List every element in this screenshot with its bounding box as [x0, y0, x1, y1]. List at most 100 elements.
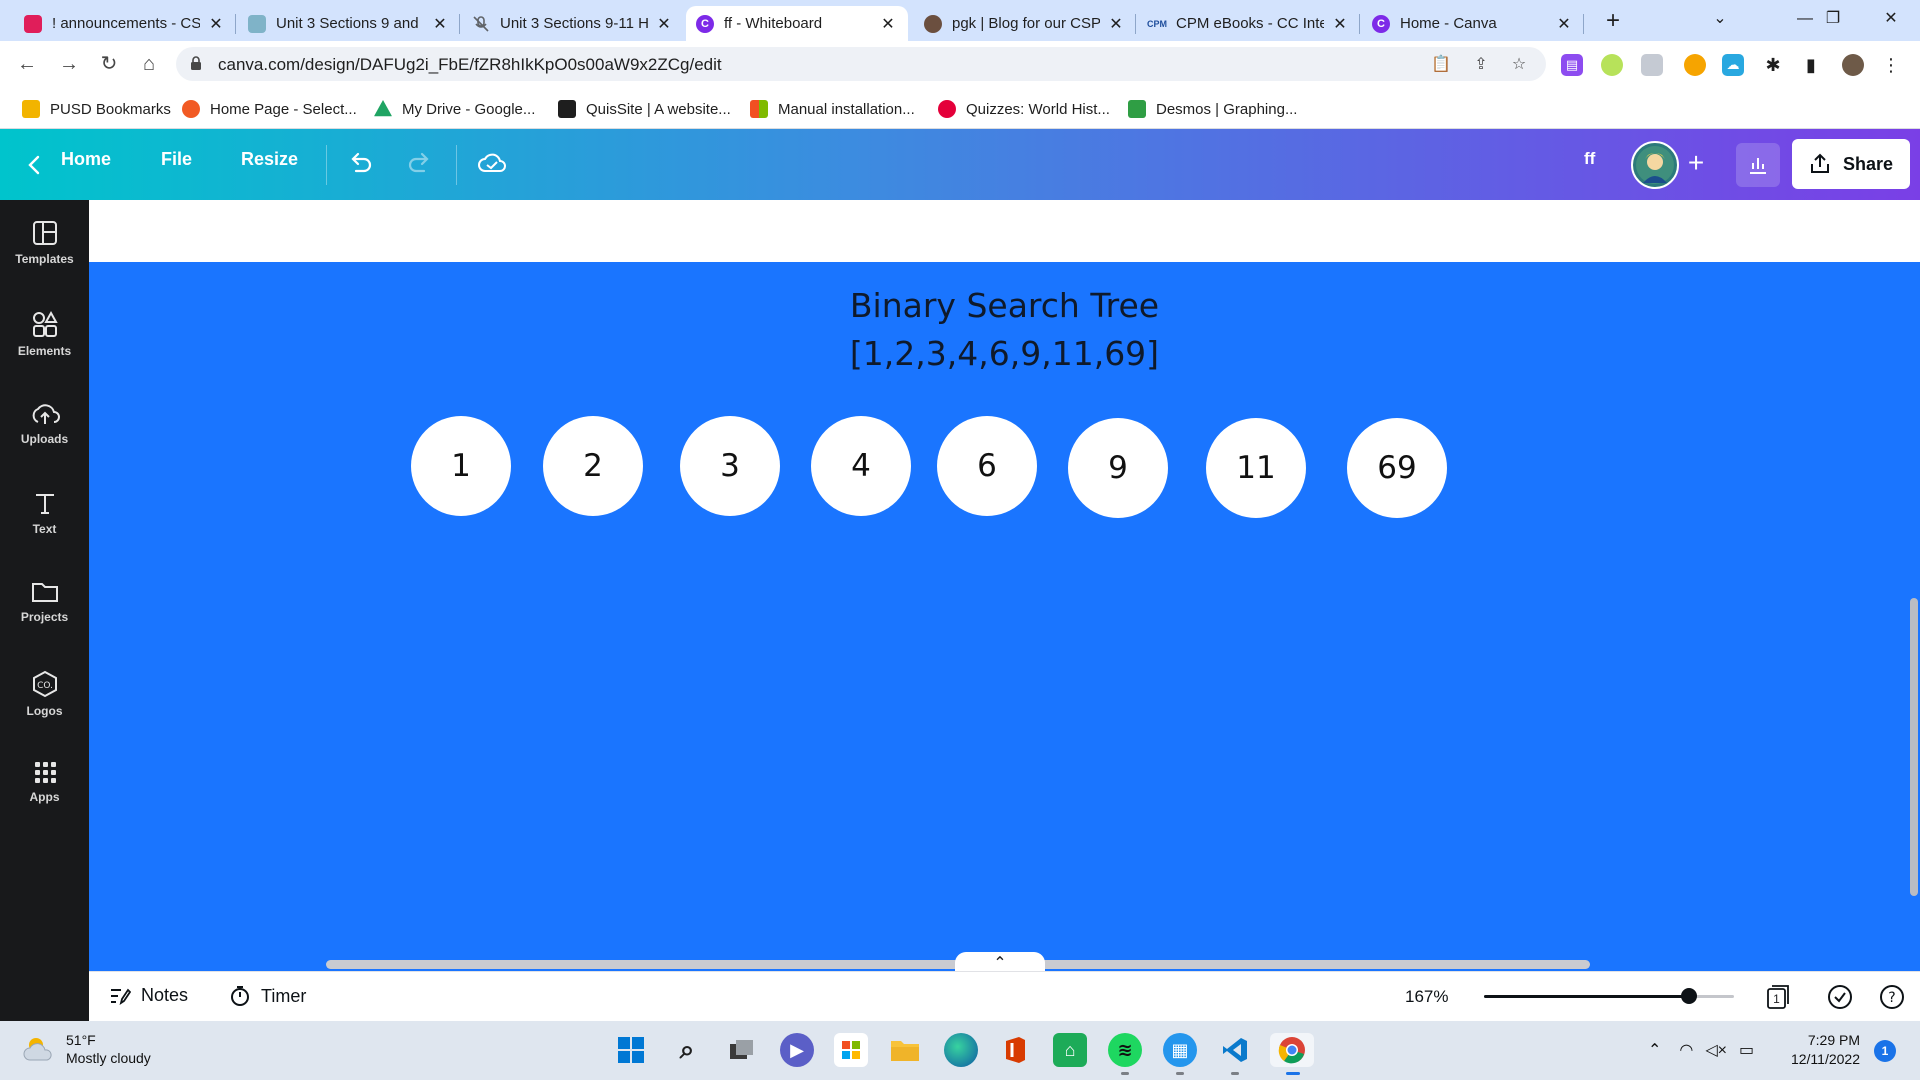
weather-widget[interactable]: 51°F Mostly cloudy	[22, 1031, 151, 1067]
board-title[interactable]: Binary Search Tree	[89, 286, 1920, 325]
tree-node[interactable]: 9	[1068, 418, 1168, 518]
bookmark-folder[interactable]: PUSD Bookmarks	[22, 99, 171, 119]
battery-icon[interactable]: ▭	[1739, 1040, 1754, 1060]
tab-search-icon[interactable]: ⌄	[1695, 4, 1745, 34]
microsoft-store-icon[interactable]	[834, 1033, 868, 1067]
notification-badge[interactable]: 1	[1874, 1040, 1896, 1062]
page-count-button[interactable]: 1	[1765, 984, 1791, 1010]
close-icon[interactable]: ✕	[1106, 14, 1126, 34]
sidebar-item-uploads[interactable]: Uploads	[0, 388, 89, 468]
browser-tab-active[interactable]: C ff - Whiteboard ✕	[686, 6, 908, 41]
tree-node[interactable]: 2	[543, 416, 643, 516]
restore-icon[interactable]: ❐	[1808, 4, 1858, 34]
extension-icon[interactable]: ☁	[1722, 54, 1744, 76]
puzzle-icon[interactable]: ✱	[1762, 54, 1784, 76]
design-title[interactable]: ff	[1584, 149, 1595, 169]
extension-icon[interactable]	[1641, 54, 1663, 76]
close-icon[interactable]: ✕	[1554, 14, 1574, 34]
browser-tab[interactable]: pgk | Blog for our CSP ✕	[914, 6, 1136, 41]
whiteboard-page[interactable]: Binary Search Tree [1,2,3,4,6,9,11,69] 1…	[89, 262, 1920, 971]
file-menu-button[interactable]: File	[161, 149, 192, 170]
sidebar-item-text[interactable]: Text	[0, 478, 89, 558]
close-icon[interactable]: ✕	[1330, 14, 1350, 34]
browser-tab[interactable]: ! announcements - CS ✕	[14, 6, 236, 41]
bookmark[interactable]: My Drive - Google...	[374, 99, 535, 119]
search-icon[interactable]: ⌕	[670, 1033, 704, 1067]
bookmark[interactable]: Manual installation...	[750, 99, 915, 119]
chevron-left-icon[interactable]	[28, 155, 40, 175]
browser-tab[interactable]: Unit 3 Sections 9 and ✕	[238, 6, 460, 41]
bookmark[interactable]: Quizzes: World Hist...	[938, 99, 1110, 119]
task-view-icon[interactable]	[725, 1033, 759, 1067]
share-button[interactable]: Share	[1792, 139, 1910, 189]
add-collaborator-icon[interactable]: +	[1678, 145, 1714, 181]
vscode-icon[interactable]	[1218, 1033, 1252, 1067]
browser-tab[interactable]: Unit 3 Sections 9-11 H ✕	[462, 6, 684, 41]
sidebar-item-logos[interactable]: CO. Logos	[0, 658, 89, 738]
chevron-up-icon[interactable]: ⌃	[955, 952, 1045, 971]
start-menu-icon[interactable]	[614, 1033, 648, 1067]
notes-button[interactable]: Notes	[109, 985, 188, 1006]
system-clock[interactable]: 7:29 PM 12/11/2022	[1786, 1031, 1860, 1069]
forward-icon[interactable]: →	[54, 49, 84, 79]
zoom-slider[interactable]	[1484, 988, 1734, 1004]
home-icon[interactable]: ⌂	[134, 49, 164, 79]
sidebar-item-elements[interactable]: Elements	[0, 298, 89, 378]
browser-tab[interactable]: C Home - Canva ✕	[1362, 6, 1584, 41]
robinhood-app-icon[interactable]: ⌂	[1053, 1033, 1087, 1067]
extension-icon[interactable]: ▤	[1561, 54, 1583, 76]
reload-icon[interactable]: ↻	[94, 49, 124, 79]
tree-node[interactable]: 11	[1206, 418, 1306, 518]
spotify-icon[interactable]: ≋	[1108, 1033, 1142, 1067]
tree-node[interactable]: 69	[1347, 418, 1447, 518]
browser-tab[interactable]: CPM CPM eBooks - CC Integ ✕	[1138, 6, 1360, 41]
undo-icon[interactable]	[343, 145, 379, 181]
zoom-slider-handle[interactable]	[1681, 988, 1697, 1004]
back-icon[interactable]: ←	[12, 49, 42, 79]
volume-muted-icon[interactable]: ◁×	[1705, 1040, 1727, 1060]
share-page-icon[interactable]: ⇪	[1470, 54, 1492, 76]
close-icon[interactable]: ✕	[654, 14, 674, 34]
vertical-scrollbar[interactable]	[1910, 598, 1918, 896]
wifi-icon[interactable]: ◠	[1679, 1040, 1693, 1060]
user-avatar[interactable]	[1631, 141, 1679, 189]
home-button[interactable]: Home	[61, 149, 111, 170]
bookmark[interactable]: QuisSite | A website...	[558, 99, 731, 119]
new-tab-button[interactable]: +	[1598, 6, 1628, 36]
cloud-saved-icon[interactable]	[474, 145, 510, 181]
close-icon[interactable]: ✕	[878, 14, 898, 34]
profile-avatar[interactable]	[1842, 54, 1864, 76]
extension-icon[interactable]	[1601, 54, 1623, 76]
sidebar-item-templates[interactable]: Templates	[0, 208, 89, 288]
tree-node[interactable]: 3	[680, 416, 780, 516]
sidebar-item-apps[interactable]: Apps	[0, 748, 89, 828]
help-icon[interactable]: ?	[1879, 984, 1905, 1015]
sidepanel-icon[interactable]: ▮	[1800, 54, 1822, 76]
tree-node[interactable]: 4	[811, 416, 911, 516]
bookmark[interactable]: Desmos | Graphing...	[1128, 99, 1297, 119]
docker-icon[interactable]: ▦	[1163, 1033, 1197, 1067]
file-explorer-icon[interactable]	[888, 1033, 922, 1067]
sidebar-item-projects[interactable]: Projects	[0, 568, 89, 648]
zoom-percentage[interactable]: 167%	[1405, 987, 1448, 1007]
timer-button[interactable]: Timer	[229, 985, 306, 1007]
close-window-icon[interactable]: ✕	[1866, 4, 1916, 34]
edge-browser-icon[interactable]	[944, 1033, 978, 1067]
insights-icon[interactable]	[1736, 143, 1780, 187]
close-icon[interactable]: ✕	[430, 14, 450, 34]
redo-icon[interactable]	[401, 145, 437, 181]
resize-button[interactable]: Resize	[241, 149, 298, 170]
chrome-icon[interactable]	[1270, 1033, 1314, 1067]
extension-icon[interactable]	[1684, 54, 1706, 76]
bookmark[interactable]: Home Page - Select...	[182, 99, 357, 119]
board-array-text[interactable]: [1,2,3,4,6,9,11,69]	[89, 334, 1920, 373]
close-icon[interactable]: ✕	[206, 14, 226, 34]
chevron-up-icon[interactable]: ⌃	[1648, 1040, 1661, 1060]
kebab-menu-icon[interactable]: ⋮	[1880, 54, 1902, 76]
tree-node[interactable]: 6	[937, 416, 1037, 516]
tree-node[interactable]: 1	[411, 416, 511, 516]
check-circle-icon[interactable]	[1827, 984, 1853, 1015]
lock-icon[interactable]	[190, 56, 202, 70]
clipboard-icon[interactable]: 📋	[1430, 54, 1452, 76]
address-bar[interactable]: canva.com/design/DAFUg2i_FbE/fZR8hIkKpO0…	[176, 47, 1546, 81]
